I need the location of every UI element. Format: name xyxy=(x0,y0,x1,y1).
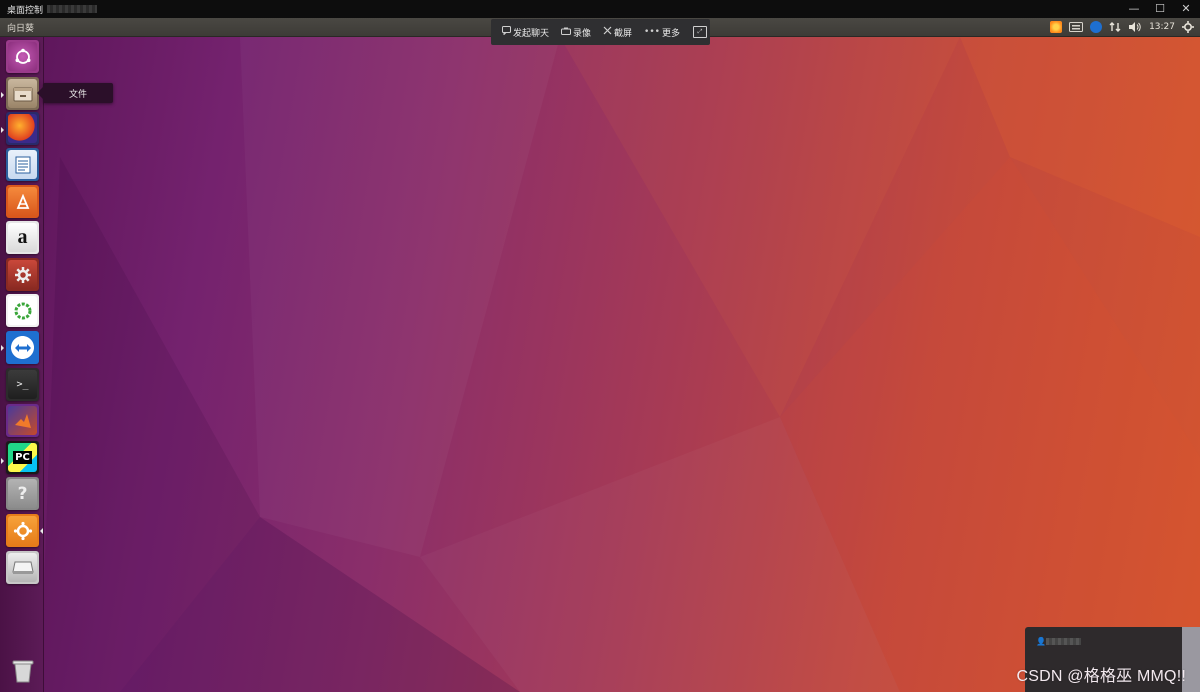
firefox-icon xyxy=(8,114,37,143)
user-icon: 👤 xyxy=(1036,637,1046,646)
system-tray: 13:27 xyxy=(1050,19,1194,35)
running-indicator xyxy=(1,127,4,133)
teamviewer-icon xyxy=(8,333,37,362)
ellipsis-icon: ••• xyxy=(644,27,660,37)
amazon-icon: a xyxy=(8,223,37,252)
launcher-libreoffice-writer-button[interactable] xyxy=(6,148,39,181)
help-icon: ? xyxy=(8,479,37,508)
sunlogin-icon xyxy=(8,516,37,545)
terminal-glyph: >_ xyxy=(16,379,29,390)
launcher-tooltip: 文件 xyxy=(37,83,113,103)
volume-icon[interactable] xyxy=(1128,21,1142,33)
matlab-icon xyxy=(8,406,37,435)
network-icon[interactable] xyxy=(1109,21,1121,33)
launcher-matlab-button[interactable] xyxy=(6,404,39,437)
launcher-help-button[interactable]: ? xyxy=(6,477,39,510)
ubuntu-software-icon xyxy=(8,187,37,216)
remote-toolbar: 发起聊天 录像 截屏 ••• 更多 ⤢ xyxy=(491,19,710,45)
maximize-button[interactable]: ☐ xyxy=(1154,1,1166,17)
update-icon xyxy=(8,296,37,325)
launcher-system-settings-button[interactable] xyxy=(6,258,39,291)
wallpaper-facets xyxy=(40,37,1200,692)
launcher-trash-button[interactable] xyxy=(6,654,39,687)
launcher-ubuntu-dash-button[interactable] xyxy=(6,40,39,73)
running-indicator xyxy=(1,458,4,464)
window-controls: — ☐ ✕ xyxy=(1128,1,1192,17)
focused-indicator xyxy=(40,528,43,534)
active-app-name[interactable]: 向日葵 xyxy=(7,21,34,34)
camera-icon xyxy=(561,27,572,38)
window-title-redacted xyxy=(47,5,98,13)
running-indicator xyxy=(1,92,4,98)
launcher-amazon-button[interactable]: a xyxy=(6,221,39,254)
teamviewer-tray-icon[interactable] xyxy=(1090,21,1103,33)
scissors-icon xyxy=(603,26,612,38)
pycharm-icon: PC xyxy=(8,443,37,472)
trash-icon xyxy=(8,656,37,685)
help-glyph: ? xyxy=(17,483,28,504)
launcher-pycharm-button[interactable]: PC xyxy=(6,441,39,474)
launcher-files-button[interactable] xyxy=(6,77,39,110)
launcher-drive-button[interactable] xyxy=(6,551,39,584)
more-button[interactable]: ••• 更多 xyxy=(644,26,680,39)
remote-window-titlebar: 桌面控制 — ☐ ✕ xyxy=(0,0,1200,18)
window-title: 桌面控制 xyxy=(7,5,44,16)
libreoffice-writer-icon xyxy=(8,150,37,179)
launcher-update-button[interactable] xyxy=(6,294,39,327)
pycharm-glyph: PC xyxy=(13,451,32,464)
launcher-ubuntu-software-button[interactable] xyxy=(6,185,39,218)
desktop-wallpaper xyxy=(0,37,1200,692)
files-icon xyxy=(8,79,37,108)
launcher-firefox-button[interactable] xyxy=(6,112,39,145)
launcher-terminal-button[interactable]: >_ xyxy=(6,368,39,401)
sunlogin-tray-icon[interactable] xyxy=(1050,21,1063,33)
close-button[interactable]: ✕ xyxy=(1180,1,1192,17)
fullscreen-button[interactable]: ⤢ xyxy=(693,26,707,38)
chat-bubble-icon xyxy=(502,26,511,38)
clock[interactable]: 13:27 xyxy=(1149,22,1175,32)
gear-icon[interactable] xyxy=(1182,21,1194,33)
system-settings-icon xyxy=(8,260,37,289)
screenshot-button[interactable]: 截屏 xyxy=(603,26,632,39)
user-name-redacted xyxy=(1046,638,1081,645)
start-chat-button[interactable]: 发起聊天 xyxy=(502,26,549,39)
launcher-teamviewer-button[interactable] xyxy=(6,331,39,364)
fullscreen-icon: ⤢ xyxy=(697,28,703,35)
running-indicator xyxy=(1,345,4,351)
amazon-glyph: a xyxy=(17,226,28,248)
ubuntu-dash-icon xyxy=(8,42,37,71)
record-button[interactable]: 录像 xyxy=(561,26,591,39)
keyboard-icon[interactable] xyxy=(1069,22,1084,32)
watermark: CSDN @格格巫 MMQ!! xyxy=(1016,668,1186,685)
drive-icon xyxy=(8,553,37,582)
launcher-sunlogin-button[interactable] xyxy=(6,514,39,547)
minimize-button[interactable]: — xyxy=(1128,1,1140,17)
terminal-icon: >_ xyxy=(8,370,37,399)
